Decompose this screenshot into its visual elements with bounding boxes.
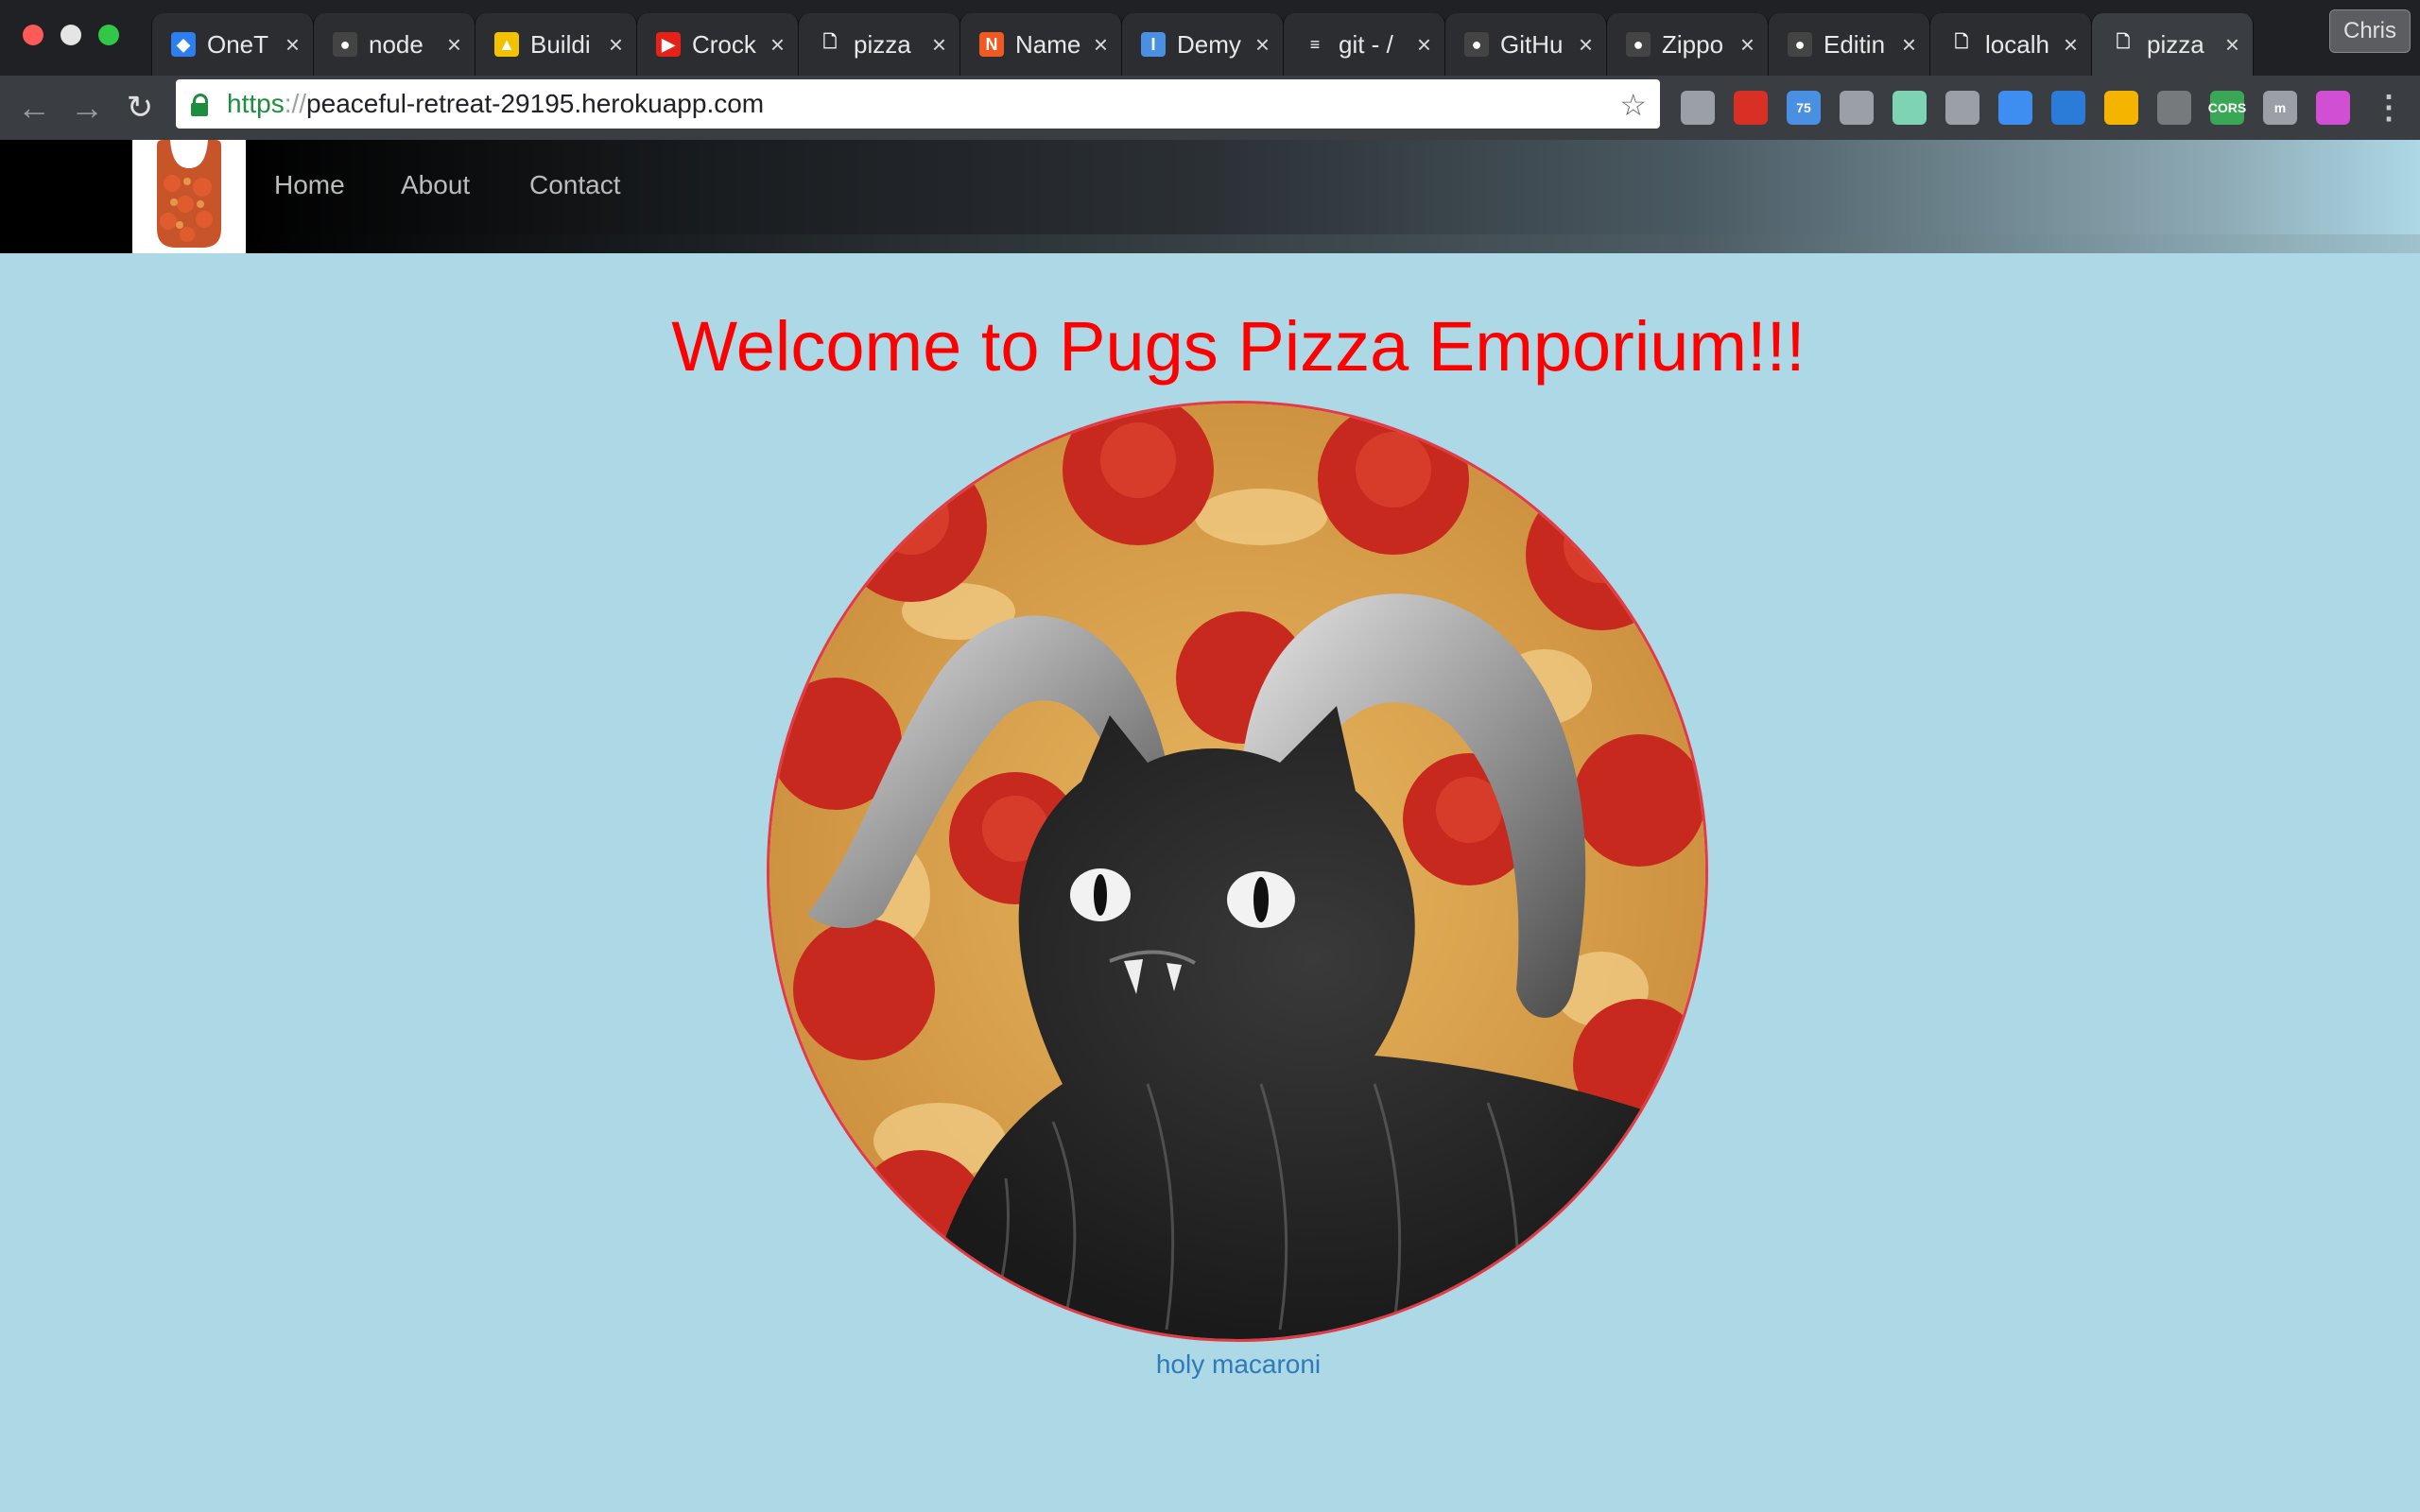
browser-tab[interactable]: ● Zippo ×: [1606, 13, 1769, 76]
browser-menu-icon[interactable]: ⋮: [2373, 89, 2405, 127]
page-icon: 🗋: [1954, 32, 1969, 51]
address-bar[interactable]: https://peaceful-retreat-29195.herokuapp…: [176, 79, 1660, 129]
url-scheme: https: [227, 89, 285, 118]
nav-link-about[interactable]: About: [401, 170, 470, 200]
browser-tab[interactable]: N Name ×: [959, 13, 1122, 76]
tab-title: Crock: [692, 29, 756, 59]
tab-title: node: [369, 29, 424, 59]
close-window-button[interactable]: [23, 25, 43, 45]
close-tab-icon[interactable]: ×: [447, 30, 461, 60]
hero-image: [767, 401, 1708, 1342]
browser-tab[interactable]: ≡ git - / ×: [1283, 13, 1445, 76]
github-icon: ●: [1626, 32, 1651, 57]
reload-icon[interactable]: ↻: [121, 89, 159, 127]
tab-title: localh: [1985, 29, 2049, 59]
tool-icon[interactable]: [1734, 91, 1768, 125]
cors-icon[interactable]: CORS: [2208, 91, 2246, 125]
browser-tab[interactable]: I Demy ×: [1121, 13, 1284, 76]
close-tab-icon[interactable]: ×: [1902, 30, 1916, 60]
weather-icon[interactable]: 75: [1787, 91, 1821, 125]
web-page: Home About Contact Welcome to Pugs Pizza…: [0, 140, 2420, 1512]
youtube-icon: ▶: [656, 32, 681, 57]
github-icon: ●: [333, 32, 357, 57]
brand-logo[interactable]: [132, 140, 246, 253]
i-icon: I: [1141, 32, 1166, 57]
close-tab-icon[interactable]: ×: [1094, 30, 1108, 60]
tab-title: Zippo: [1662, 29, 1724, 59]
tab-title: pizza: [2147, 29, 2204, 59]
bulb-icon[interactable]: [1945, 91, 1979, 125]
browser-tab[interactable]: ● GitHu ×: [1444, 13, 1607, 76]
maximize-window-button[interactable]: [98, 25, 119, 45]
close-tab-icon[interactable]: ×: [770, 30, 785, 60]
tab-title: Buildi: [530, 29, 591, 59]
browser-tab[interactable]: ▲ Buildi ×: [475, 13, 637, 76]
close-tab-icon[interactable]: ×: [2225, 30, 2239, 60]
lock-icon: [191, 94, 208, 116]
navbar-bottom-band: [0, 234, 2420, 253]
github-icon: ●: [1788, 32, 1812, 57]
stackoverflow-icon: ≡: [1309, 34, 1321, 54]
browser-tab-strip: ◆ OneT × ● node × ▲ Buildi × ▶ Crock × 🗋 pizza × N Name ×…: [0, 0, 2420, 76]
url-separator: ://: [284, 89, 307, 118]
close-tab-icon[interactable]: ×: [609, 30, 623, 60]
bookmark-star-icon[interactable]: ☆: [1619, 87, 1647, 123]
tab-title: pizza: [854, 29, 911, 59]
css-icon[interactable]: [2051, 91, 2085, 125]
browser-tab[interactable]: 🗋 pizza ×: [2091, 13, 2254, 76]
diamond-icon[interactable]: [1998, 91, 2032, 125]
browser-tab[interactable]: ▶ Crock ×: [636, 13, 799, 76]
namecheap-icon: N: [979, 32, 1004, 57]
tab-title: Demy: [1177, 29, 1241, 59]
angular-icon[interactable]: [2157, 91, 2191, 125]
image-caption: holy macaroni: [1155, 1349, 1322, 1379]
url-host: peaceful-retreat-29195.herokuapp.com: [306, 89, 765, 118]
close-tab-icon[interactable]: ×: [2064, 30, 2078, 60]
page-icon: 🗋: [822, 32, 838, 51]
rainbow-icon[interactable]: [2316, 91, 2350, 125]
close-tab-icon[interactable]: ×: [1740, 30, 1754, 60]
nav-link-contact[interactable]: Contact: [529, 170, 621, 200]
browser-tab[interactable]: 🗋 localh ×: [1929, 13, 2092, 76]
waveform-icon[interactable]: [1893, 91, 1927, 125]
close-tab-icon[interactable]: ×: [932, 30, 946, 60]
tab-title: OneT: [207, 29, 269, 59]
tab-title: git - /: [1339, 29, 1393, 59]
profile-button[interactable]: Chris: [2329, 9, 2411, 53]
tab-title: Editin: [1824, 29, 1886, 59]
page-heading: Welcome to Pugs Pizza Emporium!!!: [671, 307, 1806, 386]
github-icon: ●: [1464, 32, 1489, 57]
close-tab-icon[interactable]: ×: [1579, 30, 1593, 60]
browser-tab[interactable]: 🗋 pizza ×: [798, 13, 960, 76]
forward-arrow-icon[interactable]: →: [68, 88, 106, 127]
browser-tab[interactable]: ◆ OneT ×: [151, 13, 314, 76]
drive-icon[interactable]: [1681, 91, 1715, 125]
m-icon[interactable]: m: [2263, 91, 2297, 125]
nav-link-home[interactable]: Home: [274, 170, 345, 200]
close-tab-icon[interactable]: ×: [1417, 30, 1431, 60]
site-navbar: Home About Contact: [0, 140, 2420, 253]
close-tab-icon[interactable]: ×: [1255, 30, 1270, 60]
tab-title: GitHu: [1500, 29, 1564, 59]
page-icon: 🗋: [2116, 32, 2131, 51]
horned-cat-on-pizza-illustration: [769, 404, 1705, 1339]
close-tab-icon[interactable]: ×: [285, 30, 300, 60]
pizza-bib-logo-icon: [157, 140, 221, 248]
diamond-icon: ◆: [171, 32, 196, 57]
palette-icon[interactable]: [2104, 91, 2138, 125]
browser-tab[interactable]: ● Editin ×: [1768, 13, 1930, 76]
minimize-window-button[interactable]: [60, 25, 81, 45]
hardhat-icon: ▲: [494, 32, 519, 57]
tab-title: Name: [1015, 29, 1081, 59]
back-arrow-icon[interactable]: ←: [15, 88, 53, 127]
browser-toolbar: ← → ↻ https://peaceful-retreat-29195.her…: [0, 76, 2420, 141]
pumpkin-icon[interactable]: [1840, 91, 1874, 125]
browser-tab[interactable]: ● node ×: [313, 13, 475, 76]
